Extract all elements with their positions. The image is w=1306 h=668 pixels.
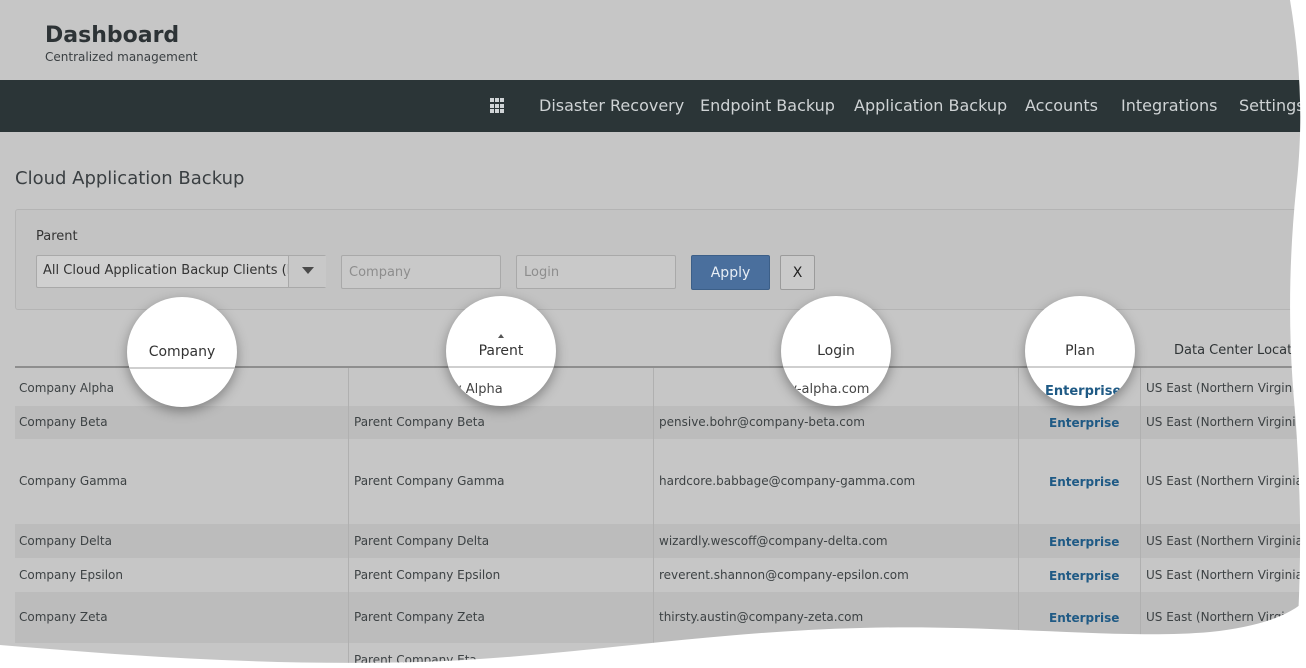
magnifier-divider	[1025, 366, 1135, 368]
column-divider	[348, 368, 349, 668]
cell-company: Company Epsilon	[19, 568, 123, 582]
magnifier-divider	[446, 366, 556, 368]
nav-item-disaster-recovery[interactable]: Disaster Recovery	[539, 95, 684, 117]
nav-item-endpoint-backup[interactable]: Endpoint Backup	[700, 95, 835, 117]
magnifier-divider	[781, 366, 891, 368]
column-header-login[interactable]: Login	[781, 342, 891, 360]
cell-parent: Parent Company Zeta	[354, 610, 485, 624]
magnifier-plan: Plan Enterprise	[1025, 296, 1135, 406]
cell-location: US East (Northern Virginia)	[1146, 474, 1306, 488]
magnifier-login: Login stoic.allen@company-alpha.com	[781, 296, 891, 406]
cell-plan[interactable]: Enterprise	[1049, 569, 1119, 584]
cell-plan[interactable]: Enterprise	[1049, 535, 1119, 550]
sort-ascending-icon	[498, 334, 504, 338]
column-header-plan[interactable]: Plan	[1025, 342, 1135, 360]
cell-login[interactable]: hardcore.babbage@company-gamma.com	[659, 474, 915, 489]
cell-company: Company Gamma	[19, 474, 128, 488]
cell-parent: Parent Company Eta	[354, 653, 477, 667]
cell-parent: Parent Company Delta	[354, 534, 490, 548]
magnifier-divider	[127, 367, 237, 369]
cell-login[interactable]: wizardly.wescoff@company-delta.com	[659, 534, 888, 549]
nav-item-application-backup[interactable]: Application Backup	[854, 95, 1007, 117]
caret-down-icon	[302, 267, 314, 274]
magnifier-company: Company Company Alpha	[127, 297, 237, 407]
cell-login[interactable]: reverent.shannon@company-epsilon.com	[659, 568, 909, 583]
apply-button[interactable]: Apply	[691, 255, 770, 290]
column-header-company[interactable]: Company	[127, 343, 237, 361]
magnifier-login-cell: stoic.allen@company-alpha.com	[781, 382, 870, 397]
cell-login[interactable]: thirsty.austin@company-zeta.com	[659, 610, 863, 625]
column-header-parent[interactable]: Parent	[446, 342, 556, 360]
magnifier-parent-cell: Parent Company Alpha	[446, 382, 503, 397]
cell-company: Company Zeta	[19, 610, 108, 624]
brand-subtitle: Centralized management	[45, 50, 198, 64]
cell-parent: Parent Company Beta	[354, 415, 485, 429]
column-divider	[1018, 368, 1019, 668]
cell-location: US East (Northern Virginia)	[1146, 568, 1306, 582]
cell-location: US East (Northern Virginia)	[1146, 415, 1306, 429]
parent-filter-label: Parent	[36, 229, 78, 244]
nav-item-settings[interactable]: Settings	[1239, 95, 1305, 117]
cell-company: Company Delta	[19, 534, 112, 548]
cell-login[interactable]: pensive.bohr@company-beta.com	[659, 415, 865, 430]
apps-grid-icon[interactable]	[490, 98, 506, 114]
cell-parent: Parent Company Epsilon	[354, 568, 501, 582]
brand: Dashboard Centralized management	[45, 22, 198, 64]
login-filter-input[interactable]	[516, 255, 676, 289]
column-divider	[1140, 368, 1141, 668]
cell-parent: Parent Company Gamma	[354, 474, 505, 488]
magnifier-plan-cell: Enterprise	[1045, 384, 1122, 399]
cell-company: Company Alpha	[19, 381, 115, 395]
cell-location: US East (Northern Virginia)	[1146, 610, 1306, 624]
magnifier-parent: Parent Parent Company Alpha	[446, 296, 556, 406]
nav-item-integrations[interactable]: Integrations	[1121, 95, 1218, 117]
company-filter-input[interactable]	[341, 255, 501, 289]
page-title: Cloud Application Backup	[15, 168, 245, 189]
clear-filters-button[interactable]: X	[780, 255, 815, 290]
cell-plan[interactable]: Enterprise	[1049, 475, 1119, 490]
column-divider	[653, 368, 654, 668]
parent-select-value: All Cloud Application Backup Clients (In…	[43, 263, 289, 278]
page: Dashboard Centralized management Disaste…	[0, 0, 1306, 668]
cell-plan[interactable]: Enterprise	[1049, 611, 1119, 626]
magnifier-company-cell: Company Alpha	[127, 381, 219, 397]
cell-company: Company Beta	[19, 415, 108, 429]
nav-item-accounts[interactable]: Accounts	[1025, 95, 1098, 117]
cell-location: US East (Northern Virginia)	[1146, 381, 1306, 395]
cell-plan[interactable]: Enterprise	[1049, 416, 1119, 431]
cell-location: US East (Northern Virginia)	[1146, 534, 1306, 548]
column-header-data-center-location[interactable]: Data Center Location	[1174, 343, 1306, 359]
brand-title: Dashboard	[45, 23, 180, 48]
